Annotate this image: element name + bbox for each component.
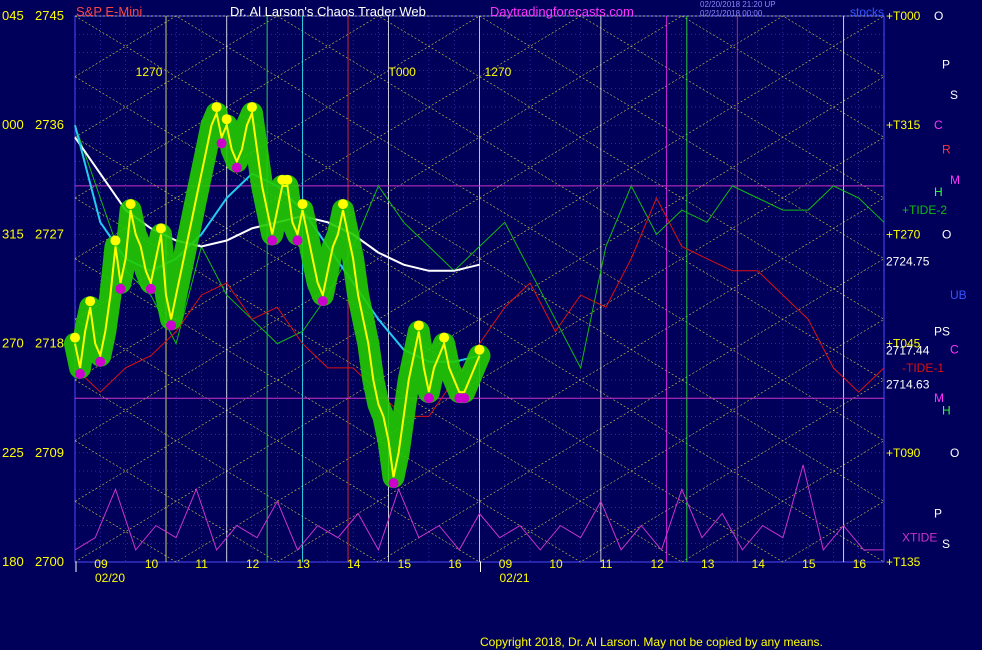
price-low-dot [388, 478, 399, 489]
price-low-dot [292, 235, 303, 246]
copyright-label: Copyright 2018, Dr. Al Larson. May not b… [480, 635, 823, 649]
x-hour-label: 13 [701, 557, 715, 571]
planet-label: P [934, 324, 942, 338]
right-level-label: 2724.75 [886, 255, 930, 269]
right-level-label: +T090 [886, 446, 921, 460]
planet-label: O [950, 446, 959, 460]
y-tick-price-label: 2718 [35, 336, 64, 351]
price-low-dot [166, 320, 177, 331]
right-level-label: 2714.63 [886, 377, 930, 391]
price-low-dot [75, 368, 86, 379]
price-high-dot [110, 235, 121, 246]
timestamp-line-2: 02/21/2018 00:00 [700, 9, 763, 18]
level-marker-label: 1270 [485, 65, 512, 79]
price-high-dot [282, 174, 293, 185]
y-tick-price-label: 2700 [35, 554, 64, 569]
y-tick-left-label: 225 [2, 445, 24, 460]
y-tick-left-label: 000 [2, 117, 24, 132]
x-hour-label: 12 [650, 557, 664, 571]
planet-label: H [934, 185, 943, 199]
price-high-dot [337, 199, 348, 210]
x-date-label: 02/20 [95, 571, 125, 585]
y-tick-price-label: 2745 [35, 8, 64, 23]
site-label: Daytradingforecasts.com [490, 4, 634, 19]
price-high-dot [125, 199, 136, 210]
price-low-dot [459, 393, 470, 404]
price-high-dot [246, 102, 257, 113]
price-low-dot [216, 138, 227, 149]
price-high-dot [85, 296, 96, 307]
planet-label: O [934, 9, 943, 23]
planet-label: P [942, 58, 950, 72]
planet-label: S [942, 324, 950, 338]
x-hour-label: 14 [752, 557, 766, 571]
price-high-dot [211, 102, 222, 113]
x-hour-label: 11 [600, 557, 613, 571]
x-hour-label: 15 [398, 557, 412, 571]
x-hour-label: 09 [499, 557, 513, 571]
price-low-dot [317, 296, 328, 307]
right-level-label: +T135 [886, 555, 921, 569]
price-low-dot [115, 283, 126, 294]
right-tide-label: XTIDE [902, 531, 937, 545]
x-hour-label: 12 [246, 557, 260, 571]
chart-background [0, 0, 982, 650]
planet-label: UB [950, 288, 967, 302]
price-low-dot [423, 393, 434, 404]
x-hour-label: 15 [802, 557, 816, 571]
right-tide-label: -TIDE-1 [902, 361, 944, 375]
y-tick-price-label: 2736 [35, 117, 64, 132]
chart-title: Dr. Al Larson's Chaos Trader Web [230, 4, 426, 19]
level-marker-label: T000 [388, 65, 416, 79]
planet-label: C [950, 343, 959, 357]
level-marker-label: 1270 [136, 65, 163, 79]
planet-label: S [950, 88, 958, 102]
price-high-dot [297, 199, 308, 210]
planet-label: O [942, 227, 951, 241]
x-hour-label: 09 [94, 557, 108, 571]
price-high-dot [155, 223, 166, 234]
y-tick-price-label: 2727 [35, 226, 64, 241]
right-level-label: +T315 [886, 118, 921, 132]
x-hour-label: 10 [145, 557, 159, 571]
x-hour-label: 10 [549, 557, 563, 571]
right-level-label: +T270 [886, 227, 921, 241]
planet-label: P [934, 506, 942, 520]
x-date-label: 02/21 [500, 571, 530, 585]
right-level-label: +T000 [886, 9, 921, 23]
right-level-label: 2717.44 [886, 343, 930, 357]
price-high-dot [221, 114, 232, 125]
y-tick-price-label: 2709 [35, 445, 64, 460]
x-hour-label: 14 [347, 557, 361, 571]
y-tick-left-label: 315 [2, 226, 24, 241]
planet-label: S [942, 537, 950, 551]
y-tick-left-label: 045 [2, 8, 24, 23]
price-low-dot [95, 356, 106, 367]
planet-label: C [934, 118, 943, 132]
planet-label: M [950, 173, 960, 187]
price-low-dot [231, 162, 242, 173]
price-low-dot [145, 283, 156, 294]
timestamp-line-1: 02/20/2018 21:20 UP [700, 0, 776, 9]
instrument-label: S&P E-Mini [76, 4, 142, 19]
price-high-dot [439, 332, 450, 343]
x-hour-label: 16 [448, 557, 462, 571]
chart-canvas: 045 2745 000 2736 315 2727 270 2718 225 2709 180 27… [0, 0, 982, 650]
x-hour-label: 16 [853, 557, 867, 571]
price-high-dot [474, 344, 485, 355]
price-high-dot [70, 332, 80, 343]
y-tick-left-label: 270 [2, 336, 24, 351]
planet-label: H [942, 403, 951, 417]
right-tide-label: +TIDE-2 [902, 203, 947, 217]
tag-label: stocks [850, 5, 884, 19]
x-hour-label: 11 [195, 557, 208, 571]
price-low-dot [267, 235, 278, 246]
price-high-dot [413, 320, 424, 331]
x-hour-label: 13 [297, 557, 311, 571]
planet-label: R [942, 142, 951, 156]
y-tick-left-label: 180 [2, 554, 24, 569]
